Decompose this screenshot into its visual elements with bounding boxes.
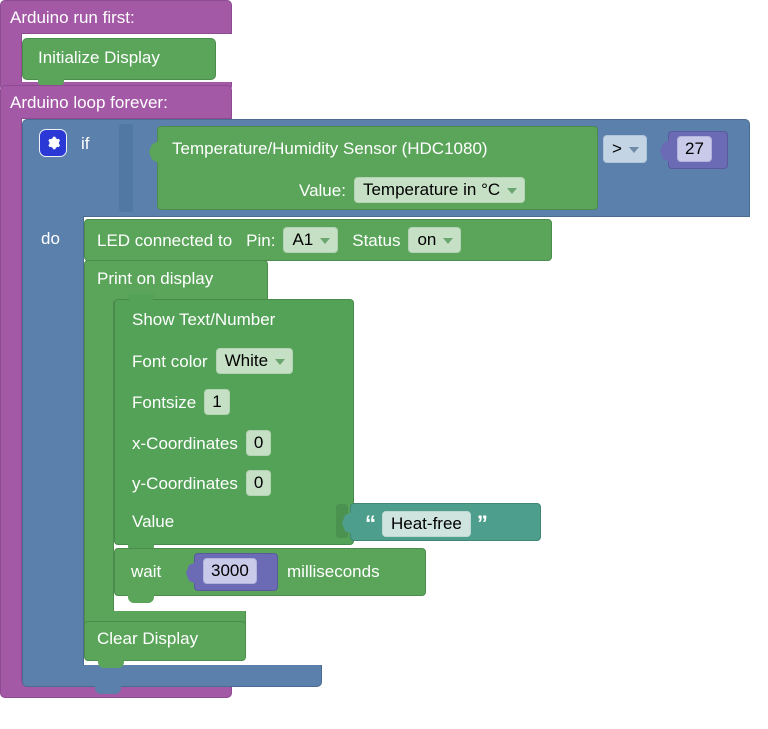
show-text-number-top-notch [128, 294, 154, 302]
arduino-setup-label: Arduino run first: [10, 8, 135, 27]
fontsize-label: Fontsize [132, 392, 197, 412]
led-status-label: Status [352, 230, 401, 250]
font-color-label: Font color [132, 351, 208, 371]
print-on-display-arm [84, 301, 114, 612]
led-block-row: LED connected to Pin: A1 Status on [97, 227, 462, 253]
arduino-setup-body [0, 33, 22, 83]
arduino-loop-arm [0, 118, 22, 683]
x-coordinates-row: x-Coordinates 0 [132, 430, 272, 456]
led-block-label: LED connected to [97, 230, 233, 250]
sensor-value-dropdown[interactable]: Temperature in °C [353, 177, 526, 203]
gear-icon[interactable] [39, 129, 67, 157]
x-coordinates-field[interactable]: 0 [245, 430, 272, 456]
threshold-number-field[interactable]: 27 [677, 136, 712, 162]
if-block-bottom-notch [95, 686, 121, 694]
sensor-value-label: Value: [299, 180, 346, 200]
open-quote-icon: “ [365, 511, 376, 536]
led-status-value: on [417, 230, 437, 249]
wait-number-field[interactable]: 3000 [203, 558, 257, 584]
wait-number-value: 3000 [211, 561, 249, 580]
chevron-down-icon [628, 147, 639, 153]
initialize-display-label: Initialize Display [38, 48, 160, 67]
arduino-loop-label: Arduino loop forever: [10, 93, 168, 112]
x-coordinates-label: x-Coordinates [132, 433, 238, 453]
fontsize-row: Fontsize 1 [132, 389, 230, 415]
clear-display-label: Clear Display [97, 629, 199, 648]
show-text-number-title: Show Text/Number [132, 310, 276, 329]
comparison-operator-text: > [612, 139, 622, 158]
show-text-number-block[interactable] [114, 299, 354, 545]
x-coordinates-value: 0 [253, 433, 264, 452]
if-condition-socket[interactable] [119, 124, 133, 212]
fontsize-field[interactable]: 1 [204, 389, 230, 415]
clear-display-notch [98, 660, 124, 668]
sensor-title: Temperature/Humidity Sensor (HDC1080) [172, 139, 488, 158]
close-quote-icon: ” [476, 511, 488, 536]
y-coordinates-field[interactable]: 0 [245, 470, 272, 496]
fontsize-value: 1 [212, 392, 222, 411]
text-string-field[interactable]: Heat-free [382, 511, 471, 537]
if-block-arm [22, 216, 84, 666]
font-color-dropdown[interactable]: White [215, 348, 294, 374]
wait-block-bottom-notch [128, 595, 154, 603]
sensor-value-row: Value: Temperature in °C [299, 177, 526, 203]
wait-label: wait [131, 562, 162, 581]
chevron-down-icon [443, 238, 454, 244]
sensor-value-dropdown-text: Temperature in °C [362, 180, 501, 199]
if-block-footer [22, 665, 322, 687]
chevron-down-icon [320, 238, 331, 244]
font-color-value: White [224, 351, 269, 370]
comparison-operator-dropdown[interactable]: > [603, 135, 647, 163]
chevron-down-icon [507, 188, 518, 194]
do-label: do [41, 229, 60, 248]
led-status-dropdown[interactable]: on [408, 227, 462, 253]
print-on-display-label: Print on display [97, 269, 214, 288]
chevron-down-icon [275, 359, 286, 365]
y-coordinates-value: 0 [253, 473, 264, 492]
y-coordinates-label: y-Coordinates [132, 473, 238, 493]
text-string-value: Heat-free [391, 514, 462, 533]
if-label: if [81, 134, 90, 153]
y-coordinates-row: y-Coordinates 0 [132, 470, 272, 496]
threshold-number-value: 27 [685, 139, 704, 158]
wait-unit-label: milliseconds [287, 562, 380, 581]
led-pin-label: Pin: [246, 230, 276, 250]
value-label: Value [132, 512, 175, 531]
blockly-workspace[interactable]: Arduino run first: Initialize Display Ar… [0, 0, 768, 729]
text-string-row: “ Heat-free ” [365, 511, 488, 537]
led-pin-dropdown[interactable]: A1 [283, 227, 339, 253]
font-color-row: Font color White [132, 348, 294, 374]
led-pin-value: A1 [292, 230, 314, 249]
